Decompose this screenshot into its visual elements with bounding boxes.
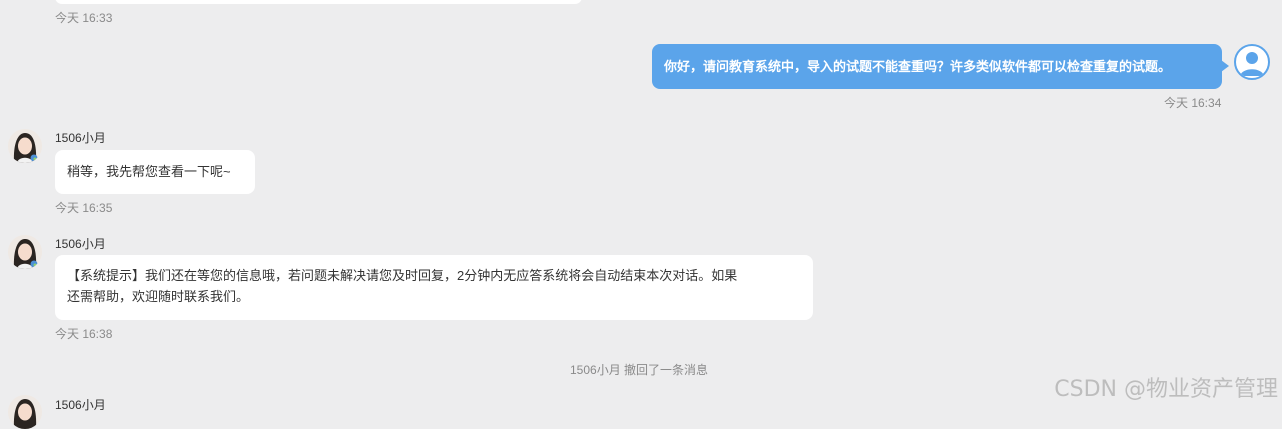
agent-avatar-photo xyxy=(8,129,42,163)
watermark: CSDN @物业资产管理 xyxy=(1054,377,1278,402)
previous-message-bubble xyxy=(55,0,582,4)
message-timestamp: 今天 16:35 xyxy=(55,201,113,215)
agent-message-text-line: 还需帮助，欢迎随时联系我们。 xyxy=(67,289,250,304)
agent-avatar[interactable] xyxy=(8,395,42,429)
user-avatar[interactable] xyxy=(1234,44,1270,80)
message-timestamp: 今天 16:33 xyxy=(55,11,113,25)
agent-avatar-photo xyxy=(8,235,42,269)
agent-avatar[interactable] xyxy=(8,235,42,269)
message-timestamp: 今天 16:38 xyxy=(55,327,113,341)
agent-message-bubble: 【系统提示】我们还在等您的信息哦，若问题未解决请您及时回复，2分钟内无应答系统将… xyxy=(55,255,813,320)
agent-avatar[interactable] xyxy=(8,129,42,163)
user-message-bubble: 你好，请问教育系统中，导入的试题不能查重吗？许多类似软件都可以检查重复的试题。 xyxy=(652,44,1229,89)
agent-message-bubble: 稍等，我先帮您查看一下呢~ xyxy=(55,150,255,194)
message-timestamp: 今天 16:34 xyxy=(1164,96,1222,110)
agent-name: 1506小月 xyxy=(55,398,106,412)
agent-avatar-photo xyxy=(8,395,42,429)
agent-message-text-line: 【系统提示】我们还在等您的信息哦，若问题未解决请您及时回复，2分钟内无应答系统将… xyxy=(67,268,738,283)
recall-notice: 1506小月 撤回了一条消息 xyxy=(570,363,709,377)
agent-name: 1506小月 xyxy=(55,131,106,145)
user-avatar-icon xyxy=(1240,52,1264,76)
agent-message-text: 稍等，我先帮您查看一下呢~ xyxy=(67,164,231,179)
user-message-text: 你好，请问教育系统中，导入的试题不能查重吗？许多类似软件都可以检查重复的试题。 xyxy=(664,59,1172,74)
agent-name: 1506小月 xyxy=(55,237,106,251)
